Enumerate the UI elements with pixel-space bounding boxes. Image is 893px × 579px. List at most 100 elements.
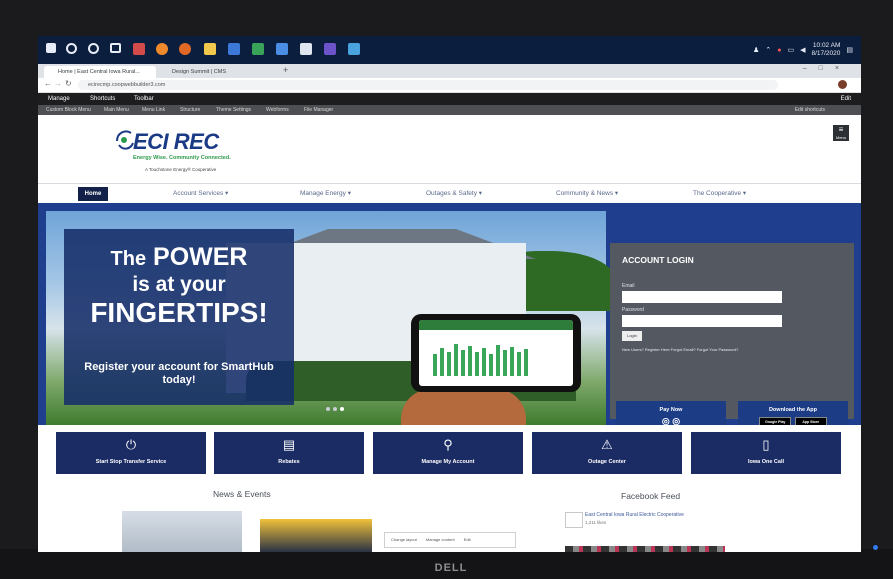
nav-label: Community & News (556, 190, 614, 197)
search-icon[interactable] (66, 43, 77, 54)
file-explorer-icon[interactable] (204, 43, 216, 55)
google-play-badge[interactable]: Google Play (759, 417, 792, 425)
quick-link-iowa-one-call[interactable]: ▯ Iowa One Call (691, 432, 841, 474)
app-slack-icon[interactable] (348, 43, 360, 55)
power-led-icon (873, 545, 878, 550)
cms-shortcut[interactable]: Structure (180, 105, 200, 115)
quick-link-rebates[interactable]: ▤ Rebates (214, 432, 364, 474)
tab-label: Home | East Central Iowa Rural... (58, 69, 140, 75)
firefox-icon[interactable] (156, 43, 168, 55)
window-controls[interactable]: –□× (803, 65, 851, 72)
login-button[interactable]: Login (622, 331, 642, 341)
login-help-links[interactable]: New Users? Register Here Forgot Email? F… (622, 347, 738, 352)
nav-the-cooperative[interactable]: The Cooperative ▾ (693, 189, 746, 197)
hero-line3: FINGERTIPS! (90, 297, 268, 328)
news-thumbnail[interactable] (122, 511, 242, 552)
edit-button[interactable]: Edit (464, 537, 471, 542)
screen: ♟ ⌃ ● ▭ ◀ 10:02 AM 8/17/2020 ▤ Home | Ea… (38, 36, 861, 552)
task-view-icon[interactable] (110, 43, 121, 53)
people-icon[interactable]: ♟ (753, 46, 759, 54)
carousel-dot[interactable] (326, 407, 330, 411)
facebook-page-logo[interactable] (565, 512, 583, 528)
store-badges: Google Play App Store (738, 417, 848, 425)
cms-edit-shortcuts[interactable]: Edit shortcuts (795, 105, 825, 115)
quick-link-label: Manage My Account (421, 459, 475, 465)
clock[interactable]: 10:02 AM 8/17/2020 (811, 42, 840, 58)
quick-link-outage-center[interactable]: ⚠ Outage Center (532, 432, 682, 474)
news-events-heading: News & Events (213, 489, 271, 499)
password-label: Password (622, 307, 644, 313)
email-field[interactable] (622, 291, 782, 303)
volume-icon[interactable]: ◀ (800, 46, 805, 54)
cms-shortcut[interactable]: Menu Link (142, 105, 165, 115)
cms-shortcut-bar: Custom Block Menu Main Menu Menu Link St… (38, 105, 861, 115)
cms-shortcut[interactable]: File Manager (304, 105, 333, 115)
change-layout-button[interactable]: Change layout (391, 537, 417, 542)
hand-image (401, 389, 526, 425)
file-doc-icon[interactable] (300, 43, 312, 55)
download-app-button[interactable]: Download the App Google Play App Store (738, 401, 848, 425)
nav-account-services[interactable]: Account Services ▾ (173, 189, 228, 197)
hero-photo[interactable]: The POWER is at your FINGERTIPS! Registe… (46, 211, 616, 425)
url-field[interactable]: ecirecmp.coopwebbuilder3.com (78, 80, 778, 90)
app-store-badge[interactable]: App Store (794, 417, 827, 425)
cms-edit[interactable]: Edit (841, 93, 851, 105)
phone-screen (419, 320, 573, 386)
account-icon: ⚲ (443, 437, 453, 452)
cms-manage[interactable]: Manage (48, 93, 70, 105)
notification-icon[interactable]: ▤ (846, 46, 853, 54)
url-text: ecirecmp.coopwebbuilder3.com (88, 82, 166, 88)
cortana-icon[interactable] (88, 43, 99, 54)
antivirus-icon[interactable]: ● (777, 47, 781, 54)
back-icon[interactable]: ← (44, 79, 52, 88)
reload-icon[interactable]: ↻ (65, 79, 72, 88)
app-blue-icon[interactable] (228, 43, 240, 55)
nav-manage-energy[interactable]: Manage Energy ▾ (300, 189, 351, 197)
chevron-up-icon[interactable]: ⌃ (765, 46, 771, 54)
app-blue2-icon[interactable] (276, 43, 288, 55)
cms-shortcut[interactable]: Theme Settings (216, 105, 251, 115)
nav-label: Outages & Safety (426, 190, 477, 197)
nav-label: Account Services (173, 190, 224, 197)
menu-button[interactable]: ≡ Menu (833, 125, 849, 141)
manage-content-button[interactable]: Manage content (426, 537, 455, 542)
cms-shortcut[interactable]: Webforms (266, 105, 289, 115)
facebook-photo-strip[interactable] (565, 546, 725, 552)
usage-chart-icon (433, 344, 528, 376)
pay-now-button[interactable]: Pay Now ◎ ◎ (616, 401, 726, 425)
cms-shortcut[interactable]: Custom Block Menu (46, 105, 91, 115)
rebate-icon: ▤ (282, 437, 296, 452)
password-field[interactable] (622, 315, 782, 327)
nav-community-news[interactable]: Community & News ▾ (556, 189, 618, 197)
carousel-dot-active[interactable] (340, 407, 344, 411)
forward-icon[interactable]: → (54, 79, 62, 88)
news-thumbnail[interactable] (260, 519, 372, 552)
app-orange-icon[interactable] (179, 43, 191, 55)
phone-app-header (419, 320, 573, 330)
login-title: ACCOUNT LOGIN (622, 255, 694, 265)
cms-shortcuts[interactable]: Shortcuts (90, 93, 115, 105)
windows-start-icon[interactable] (46, 43, 56, 53)
tab-design-summit[interactable]: Design Summit | CMS (158, 66, 276, 78)
tab-home[interactable]: Home | East Central Iowa Rural... (44, 66, 156, 78)
quick-link-manage-account[interactable]: ⚲ Manage My Account (373, 432, 523, 474)
carousel-dot[interactable] (333, 407, 337, 411)
cms-user[interactable]: Toolbar (134, 93, 154, 105)
facebook-page-name[interactable]: East Central Iowa Rural Electric Coopera… (585, 512, 684, 518)
app-purple-icon[interactable] (324, 43, 336, 55)
nav-home[interactable]: Home (78, 187, 108, 201)
network-icon[interactable]: ▭ (787, 46, 794, 54)
hero-line2: is at your (132, 273, 226, 296)
app-red-icon[interactable] (133, 43, 145, 55)
address-bar-row: ← → ↻ ecirecmp.coopwebbuilder3.com (38, 78, 861, 93)
nav-outages-safety[interactable]: Outages & Safety ▾ (426, 189, 482, 197)
hero-power: POWER (153, 243, 248, 271)
cms-shortcut[interactable]: Main Menu (104, 105, 129, 115)
quick-link-start-stop-transfer[interactable]: ⏻ Start Stop Transfer Service (56, 432, 206, 474)
site-logo[interactable]: ECI REC Energy Wise. Community Connected… (113, 125, 233, 173)
app-green-icon[interactable] (252, 43, 264, 55)
new-tab-button[interactable]: + (283, 65, 288, 75)
pay-now-label: Pay Now (659, 407, 683, 413)
profile-avatar[interactable] (838, 80, 847, 89)
carousel-dots (326, 407, 344, 411)
